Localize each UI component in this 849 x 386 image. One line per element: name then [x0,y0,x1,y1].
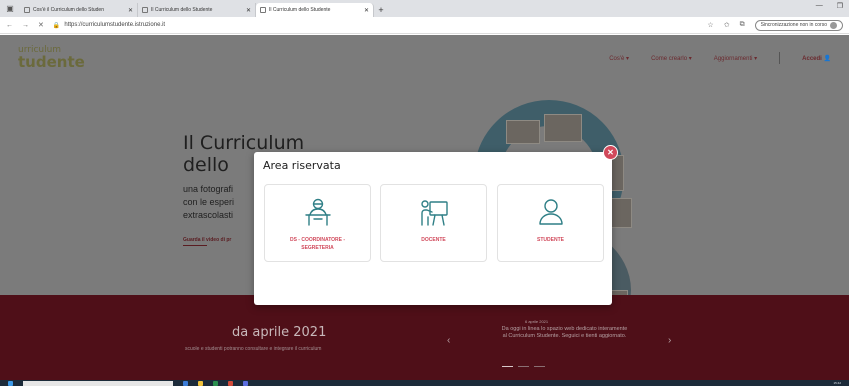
role-label: DS - COORDINATORE - SEGRETERIA [276,237,360,252]
web-page: urriculum tudente Cos'è ▾ Come crearlo ▾… [0,35,849,380]
taskbar-clock: 15:42 [833,381,841,385]
app-icon[interactable] [228,380,233,386]
role-label-line: DS - COORDINATORE - [289,237,346,243]
news-band: da aprile 2021 scuole e studenti potrann… [0,295,849,380]
close-icon[interactable]: ✕ [364,7,369,14]
nav-label: Come crearlo [651,55,688,62]
taskbar-search-input[interactable] [23,380,173,386]
browser-tab-2[interactable]: Il Curriculum dello Studente ✕ [138,3,256,17]
news-line: al Curriculum Studente. Seguici e tienti… [502,333,627,340]
role-card-studente[interactable]: STUDENTE [497,184,604,262]
role-label: STUDENTE [509,237,593,245]
nav-item-cose[interactable]: Cos'è ▾ [609,55,629,62]
band-title: da aprile 2021 [232,325,327,340]
login-link[interactable]: Accedi 👤 [802,55,831,62]
news-line: Da oggi in linea lo spazio web dedicato … [501,326,628,332]
teacher-board-icon [420,200,448,226]
carousel-next-icon[interactable]: › [668,335,671,346]
close-icon[interactable]: ✕ [128,7,133,14]
video-link-label: Guarda il video di pr [183,237,232,243]
browser-tab-1[interactable]: Cos'è il Curriculum dello Studen ✕ [20,3,138,17]
reserved-area-modal: Area riservata ✕ DS - COORDINATORE - SEG… [254,145,618,305]
nav-item-come-crearlo[interactable]: Come crearlo ▾ [651,55,692,62]
video-link[interactable]: Guarda il video di pr [183,237,231,246]
band-subtitle: scuole e studenti potranno consultare e … [185,346,322,352]
tab-title: Il Curriculum dello Studente [269,7,331,13]
screen: ▣ Cos'è il Curriculum dello Studen ✕ Il … [0,0,849,386]
browser-tab-3-active[interactable]: Il Curriculum dello Studente ✕ [256,3,374,17]
browser-toolbar-right: ☆ ✩ ⧉ Sincronizzazione non in corso [707,19,843,31]
login-label: Accedi [802,55,822,62]
carousel-dot[interactable] [518,366,529,367]
photo-tile [544,114,582,142]
role-card-ds-segreteria[interactable]: DS - COORDINATORE - SEGRETERIA [264,184,371,262]
site-header: urriculum tudente Cos'è ▾ Come crearlo ▾… [0,35,849,81]
close-icon[interactable]: ✕ [603,145,618,160]
os-taskbar: 15:42 [0,380,849,386]
link-underline [183,245,207,246]
browser-address-bar: ← → ✕ 🔒 https://curriculumstudente.istru… [0,17,849,34]
carousel-dot[interactable] [534,366,545,367]
carousel-prev-icon[interactable]: ‹ [447,335,450,346]
sync-label: Sincronizzazione non in corso [760,22,827,28]
new-tab-button[interactable]: + [374,3,388,17]
favorite-star-icon[interactable]: ☆ [707,21,713,29]
nav-label: Cos'è [609,55,625,62]
hero-subtitle: una fotografi con le esperi extrascolast… [183,183,234,222]
news-text: Da oggi in linea lo spazio web dedicato … [462,326,667,341]
student-person-icon [538,199,563,225]
url-field[interactable]: 🔒 https://curriculumstudente.istruzione.… [53,22,165,29]
page-icon [142,7,148,13]
nav-divider [779,52,781,64]
nav-item-aggiornamenti[interactable]: Aggiornamenti ▾ [714,55,757,62]
tab-title: Cos'è il Curriculum dello Studen [33,7,104,13]
url-text: https://curriculumstudente.istruzione.it [64,22,166,28]
start-menu-icon[interactable] [8,380,13,386]
sync-button[interactable]: Sincronizzazione non in corso [754,19,843,31]
stop-icon[interactable]: ✕ [38,21,44,29]
window-controls: — ❐ [816,2,843,10]
edge-icon[interactable] [183,380,188,386]
hero-sub-line: extrascolasti [183,210,234,221]
lock-icon: 🔒 [52,22,61,29]
role-label: DOCENTE [392,237,476,245]
page-icon [24,7,30,13]
forward-icon[interactable]: → [22,22,29,29]
user-icon: 👤 [823,55,831,62]
role-label-line: SEGRETERIA [301,244,334,251]
hero-sub-line: con le esperi [183,197,235,208]
tab-title: Il Curriculum dello Studente [151,7,213,13]
nav-label: Aggiornamenti [713,55,753,62]
site-logo[interactable]: urriculum tudente [18,46,85,70]
tab-actions-icon[interactable]: ▣ [0,0,20,17]
logo-bottom-text: tudente [18,53,85,71]
role-label-line: STUDENTE [537,237,564,243]
modal-title: Area riservata [263,159,341,172]
hero-sub-line: una fotografi [183,184,234,194]
browser-tab-bar: ▣ Cos'è il Curriculum dello Studen ✕ Il … [0,0,849,17]
teacher-desk-icon [304,198,331,226]
news-date: 6 aprile 2021 [525,319,549,324]
minimize-icon[interactable]: — [816,2,823,10]
carousel-dot[interactable] [502,366,513,367]
folder-icon[interactable] [198,380,203,386]
role-card-docente[interactable]: DOCENTE [380,184,487,262]
photo-tile [506,120,540,144]
app-icon[interactable] [213,380,218,386]
role-label-line: DOCENTE [421,237,446,243]
close-icon[interactable]: ✕ [246,7,251,14]
back-icon[interactable]: ← [6,22,13,29]
maximize-icon[interactable]: ❐ [837,2,843,10]
favorites-icon[interactable]: ✩ [724,21,730,29]
collections-icon[interactable]: ⧉ [740,21,745,29]
main-nav: Cos'è ▾ Come crearlo ▾ Aggiornamenti ▾ A… [609,52,831,64]
app-icon[interactable] [243,380,248,386]
page-icon [260,7,266,13]
profile-avatar [830,21,837,29]
carousel-indicators [502,366,545,367]
